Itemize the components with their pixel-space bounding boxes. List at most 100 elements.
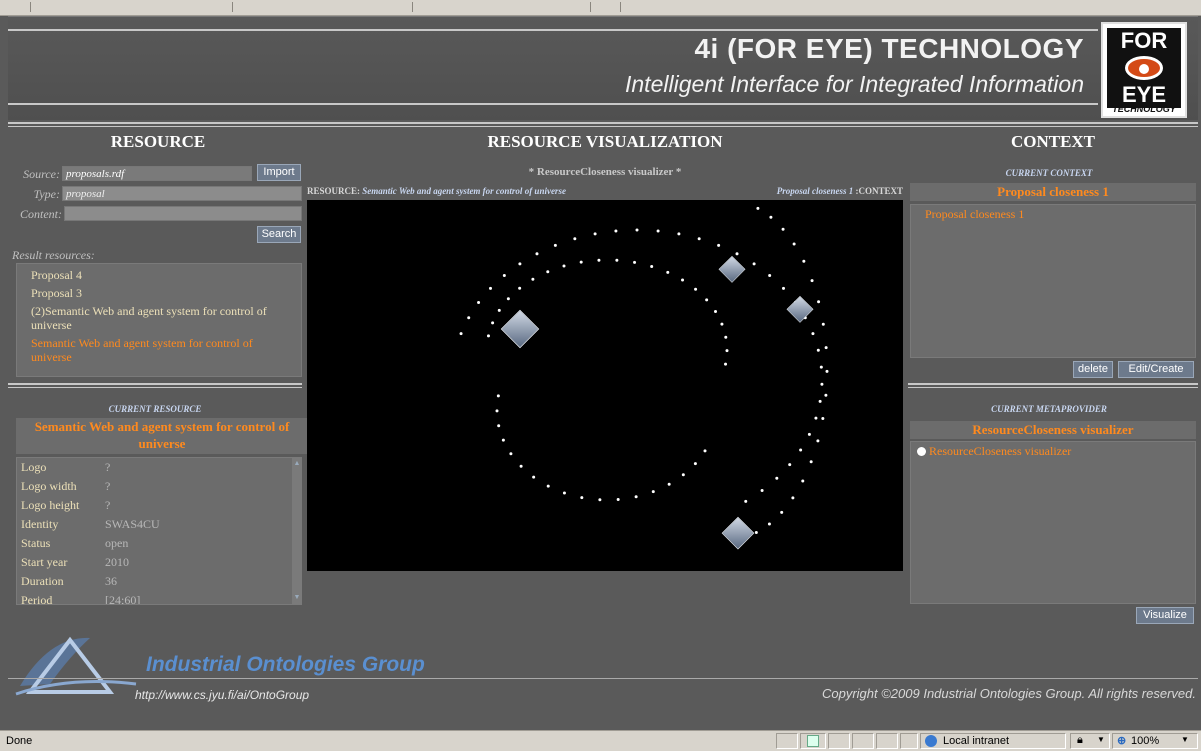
footer-separator xyxy=(8,678,1198,679)
chevron-down-icon[interactable]: ▼ xyxy=(1097,735,1105,744)
protected-mode-cell[interactable]: 🔒︎ ▼ xyxy=(1070,733,1110,749)
current-resource-name: Semantic Web and agent system for contro… xyxy=(16,418,308,454)
graph-dot xyxy=(597,258,601,262)
header-separator xyxy=(8,126,1198,127)
graph-dot xyxy=(802,259,806,263)
graph-dot xyxy=(531,277,535,281)
graph-dot xyxy=(814,416,818,420)
edit-create-button[interactable]: Edit/Create xyxy=(1118,361,1194,378)
resource-prefix: RESOURCE: xyxy=(307,186,361,196)
context-separator xyxy=(908,383,1198,385)
zoom-icon[interactable]: ⊕ xyxy=(1117,734,1126,747)
current-context-name: Proposal closeness 1 xyxy=(910,183,1196,201)
graph-dot xyxy=(615,258,619,262)
browser-toolbar xyxy=(0,0,1201,16)
source-label: Source: xyxy=(23,167,60,181)
list-item-selected[interactable]: ResourceCloseness visualizer xyxy=(911,442,1195,461)
property-row: Status open xyxy=(21,534,301,553)
graph-dot xyxy=(811,332,815,336)
footer-group-name: Industrial Ontologies Group xyxy=(146,653,425,676)
resource-node[interactable] xyxy=(784,295,816,324)
footer-url-link[interactable]: http://www.cs.jyu.fi/ai/OntoGroup xyxy=(135,688,309,702)
graph-dot xyxy=(553,243,557,247)
property-value: ? xyxy=(105,498,111,512)
results-list: Proposal 4 Proposal 3 (2)Semantic Web an… xyxy=(16,263,302,377)
list-item-selected[interactable]: Proposal closeness 1 xyxy=(911,205,1195,224)
graph-dot xyxy=(820,382,824,386)
type-field[interactable]: proposal xyxy=(62,186,302,201)
graph-dot xyxy=(656,229,660,233)
graph-dot xyxy=(821,322,825,326)
scroll-down-icon[interactable]: ▼ xyxy=(293,593,301,603)
graph-dot xyxy=(562,491,566,495)
visualization-canvas[interactable] xyxy=(307,200,903,571)
context-list: Proposal closeness 1 xyxy=(910,204,1196,358)
property-key: Logo height xyxy=(21,498,80,512)
content-field[interactable] xyxy=(64,206,302,221)
list-item[interactable]: Proposal 3 xyxy=(17,284,301,302)
visualization-info-bar: RESOURCE: Semantic Web and agent system … xyxy=(307,186,903,200)
status-cell xyxy=(800,733,826,749)
visualize-button[interactable]: Visualize xyxy=(1136,607,1194,624)
visualization-title: RESOURCE VISUALIZATION xyxy=(487,132,723,151)
list-item[interactable]: (2)Semantic Web and agent system for con… xyxy=(17,302,301,334)
property-value: ? xyxy=(105,479,111,493)
graph-dot xyxy=(509,452,513,456)
graph-dot xyxy=(807,432,811,436)
graph-dot xyxy=(562,264,566,268)
resource-separator xyxy=(8,387,302,388)
content-label: Content: xyxy=(20,207,62,221)
graph-dot xyxy=(667,482,671,486)
type-label: Type: xyxy=(33,187,60,201)
lock-icon[interactable]: 🔒︎ xyxy=(1077,734,1083,747)
chevron-down-icon[interactable]: ▼ xyxy=(1181,735,1189,744)
graph-dot xyxy=(824,393,828,397)
app-subtitle: Intelligent Interface for Integrated Inf… xyxy=(625,71,1084,97)
results-label: Result resources: xyxy=(12,248,95,262)
property-value: ? xyxy=(105,460,111,474)
status-text: Done xyxy=(6,735,33,747)
property-key: Logo xyxy=(21,460,47,474)
graph-dot xyxy=(819,365,823,369)
property-row: Start year 2010 xyxy=(21,553,301,572)
resource-node-selected[interactable] xyxy=(497,309,543,350)
graph-dot xyxy=(519,464,523,468)
header-rule xyxy=(8,103,1098,105)
resource-node[interactable] xyxy=(718,516,757,551)
closeness-graph xyxy=(459,206,829,540)
graph-dot xyxy=(781,227,785,231)
graph-dot xyxy=(697,237,701,241)
graph-dot xyxy=(496,394,500,398)
status-cell xyxy=(828,733,850,749)
page-header: 4i (FOR EYE) TECHNOLOGY Intelligent Inte… xyxy=(8,16,1198,120)
zoom-cell[interactable]: ⊕ 100% ▼ xyxy=(1112,733,1198,749)
graph-dot xyxy=(760,489,764,493)
header-separator xyxy=(8,122,1198,124)
graph-dot xyxy=(824,346,828,350)
graph-dot xyxy=(825,369,829,373)
status-cell xyxy=(876,733,898,749)
logo-tech-text: TECHNOLOGY xyxy=(1112,104,1176,114)
graph-dot xyxy=(546,484,550,488)
properties-scrollbar[interactable]: ▲ ▼ xyxy=(292,457,302,605)
context-separator xyxy=(908,387,1198,388)
graph-dot xyxy=(633,260,637,264)
radio-icon[interactable] xyxy=(917,447,926,456)
source-field[interactable]: proposals.rdf xyxy=(62,166,252,181)
graph-dot xyxy=(725,349,729,353)
search-button[interactable]: Search xyxy=(257,226,301,243)
import-button[interactable]: Import xyxy=(257,164,301,181)
property-key: Identity xyxy=(21,517,59,531)
scroll-up-icon[interactable]: ▲ xyxy=(293,459,301,469)
property-value: [24;60] xyxy=(105,593,141,605)
graph-dot xyxy=(681,278,685,282)
globe-icon xyxy=(925,735,937,747)
toolbar-divider xyxy=(620,2,621,12)
delete-button[interactable]: delete xyxy=(1073,361,1113,378)
status-cell xyxy=(852,733,874,749)
resource-separator xyxy=(8,383,302,385)
list-item-selected[interactable]: Semantic Web and agent system for contro… xyxy=(17,334,301,366)
list-item[interactable]: Proposal 4 xyxy=(17,266,301,284)
graph-dot xyxy=(714,310,718,314)
resource-node[interactable] xyxy=(716,255,748,284)
